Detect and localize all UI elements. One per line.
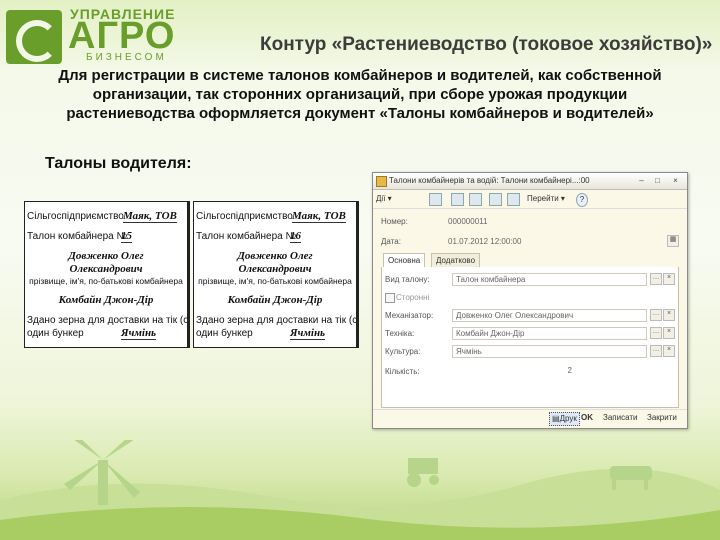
logo-mark-icon: [6, 10, 62, 64]
machine-label: Техніка:: [385, 329, 415, 338]
clear-icon[interactable]: ×: [663, 327, 675, 339]
ticket-machine: Комбайн Джон-Дір: [58, 294, 154, 306]
ticket-type-label: Вид талону:: [385, 275, 430, 284]
close-icon[interactable]: ×: [671, 176, 680, 185]
unpost-icon[interactable]: [469, 193, 482, 206]
save-button[interactable]: Записати: [601, 412, 640, 424]
third-party-label: Сторонні: [396, 293, 430, 302]
date-field[interactable]: 01.07.2012 12:00:00: [448, 236, 521, 247]
edit-icon[interactable]: [507, 193, 520, 206]
ticket-card: Сільгоспідприємство Маяк, ТОВ Талон комб…: [24, 201, 190, 348]
goto-label: Перейти: [527, 194, 559, 203]
ticket-line-b: один бункер: [196, 328, 253, 339]
ticket-org-value: Маяк, ТОВ: [292, 210, 346, 223]
save-icon[interactable]: [429, 193, 442, 206]
select-icon[interactable]: …: [650, 273, 662, 285]
ticket-number-label: Талон комбайнера №: [27, 231, 128, 242]
actions-menu[interactable]: Дії ▾: [376, 193, 392, 205]
ticket-name-caption: прізвище, ім'я, по-батькові комбайнера: [29, 276, 183, 286]
crop-field[interactable]: Ячмінь: [452, 345, 647, 358]
document-icon: [376, 176, 387, 187]
ticket-name-line2: Олександрович: [238, 263, 312, 275]
maximize-icon[interactable]: □: [653, 176, 662, 185]
intro-text: Для регистрации в системе талонов комбай…: [58, 67, 662, 122]
printer-icon: ▤: [552, 414, 560, 423]
post-icon[interactable]: [451, 193, 464, 206]
tab-main[interactable]: Основна: [383, 253, 426, 267]
print-label: Друк: [559, 414, 577, 423]
operator-field[interactable]: Довженко Олег Олександрович: [452, 309, 647, 322]
ticket-name-caption: прізвище, ім'я, по-батькові комбайнера: [198, 276, 352, 286]
ticket-crop: Ячмінь: [290, 327, 326, 340]
select-icon[interactable]: …: [650, 345, 662, 357]
tab-additional[interactable]: Додатково: [431, 253, 481, 267]
window-titlebar[interactable]: Талони комбайнерів та водій: Талони комб…: [373, 173, 687, 190]
number-label: Номер:: [381, 217, 408, 226]
structure-icon[interactable]: [489, 193, 502, 206]
ticket-name-line1: Довженко Олег: [237, 250, 313, 262]
ticket-machine: Комбайн Джон-Дір: [227, 294, 323, 306]
logo-line2: АГРО: [68, 15, 176, 57]
select-icon[interactable]: …: [650, 309, 662, 321]
print-button[interactable]: ▤Друк: [549, 412, 580, 426]
ticket-line-a: Здано зерна для доставки на тік (скла: [27, 315, 190, 326]
ticket-name-line1: Довженко Олег: [68, 250, 144, 262]
number-field[interactable]: 000000011: [448, 216, 487, 227]
logo: УПРАВЛЕНИЕ АГРО БИЗНЕСОМ: [6, 2, 206, 64]
document-window: Талони комбайнерів та водій: Талони комб…: [372, 172, 688, 429]
help-icon[interactable]: ?: [576, 193, 588, 207]
quantity-field[interactable]: 2: [452, 365, 572, 376]
ticket-type-field[interactable]: Талон комбайнера: [452, 273, 647, 286]
operator-label: Механізатор:: [385, 311, 434, 320]
ticket-name-line2: Олександрович: [69, 263, 143, 275]
ticket-crop: Ячмінь: [121, 327, 157, 340]
quantity-label: Кількість:: [385, 367, 420, 376]
ticket-card: Сільгоспідприємство Маяк, ТОВ Талон комб…: [193, 201, 359, 348]
subheading: Талоны водителя:: [45, 155, 192, 172]
select-icon[interactable]: …: [650, 327, 662, 339]
window-title: Талони комбайнерів та водій: Талони комб…: [389, 176, 590, 185]
ticket-org-value: Маяк, ТОВ: [123, 210, 177, 223]
button-bar: ▤Друк OK Записати Закрити: [373, 409, 687, 428]
ticket-org-label: Сільгоспідприємство: [27, 211, 124, 222]
slide-title: Контур «Растениеводство (токовое хозяйст…: [260, 34, 713, 55]
ticket-number-value: 16: [290, 230, 301, 243]
minimize-icon[interactable]: –: [637, 176, 646, 185]
ticket-line-a: Здано зерна для доставки на тік (скла: [196, 315, 359, 326]
crop-label: Культура:: [385, 347, 421, 356]
ok-button[interactable]: OK: [579, 412, 595, 424]
third-party-checkbox[interactable]: [385, 293, 395, 303]
close-button[interactable]: Закрити: [645, 412, 679, 424]
ticket-line-b: один бункер: [27, 328, 84, 339]
toolbar: Дії ▾ Перейти ▾ ?: [373, 190, 687, 209]
logo-line3: БИЗНЕСОМ: [86, 52, 167, 63]
tractor-icon: [407, 458, 439, 487]
ticket-number-label: Талон комбайнера №: [196, 231, 297, 242]
clear-icon[interactable]: ×: [663, 309, 675, 321]
tab-bar: Основна Додатково: [381, 253, 679, 268]
machine-field[interactable]: Комбайн Джон-Дір: [452, 327, 647, 340]
ticket-org-label: Сільгоспідприємство: [196, 211, 293, 222]
calendar-icon[interactable]: ▦: [667, 235, 679, 247]
clear-icon[interactable]: ×: [663, 345, 675, 357]
actions-label: Дії: [376, 194, 386, 203]
goto-menu[interactable]: Перейти ▾: [527, 193, 565, 205]
clear-icon[interactable]: ×: [663, 273, 675, 285]
main-tab-panel: Вид талону: Талон комбайнера … × Сторонн…: [381, 267, 679, 408]
ticket-number-value: 15: [121, 230, 132, 243]
landscape-illustration: [0, 440, 720, 540]
date-label: Дата:: [381, 237, 401, 246]
